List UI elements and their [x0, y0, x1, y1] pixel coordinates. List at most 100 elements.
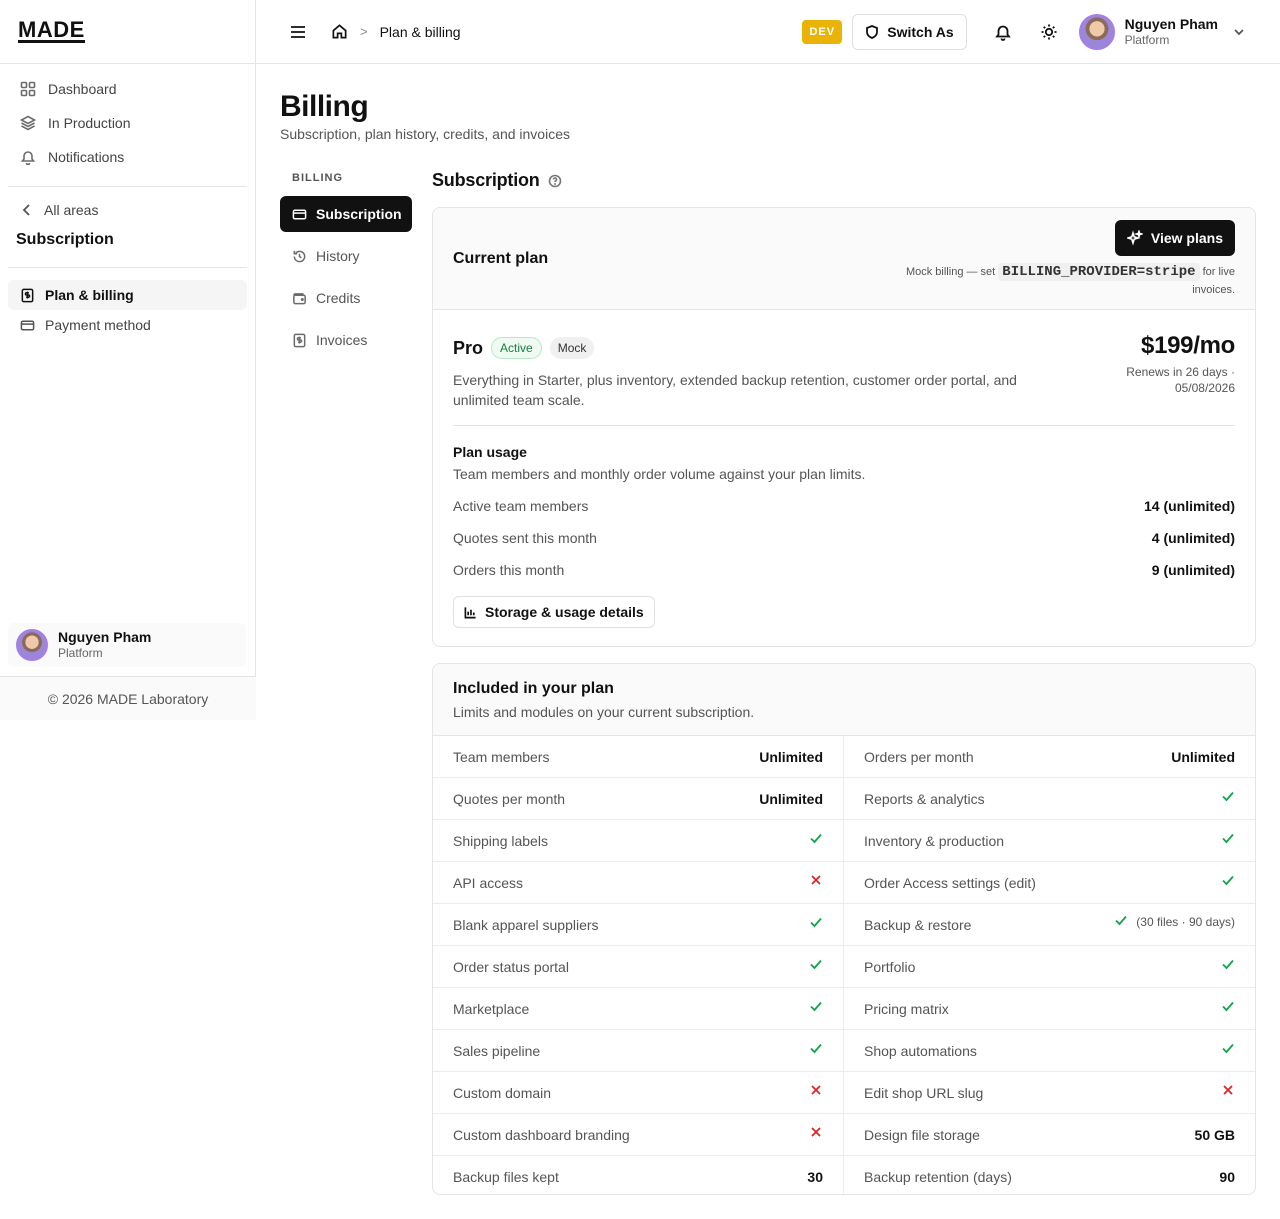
check-icon [1221, 1043, 1235, 1055]
included-header: Included in your plan Limits and modules… [433, 664, 1255, 736]
tab-label: Invoices [316, 332, 368, 348]
tab-credits[interactable]: Credits [280, 280, 412, 316]
plan-usage-subtitle: Team members and monthly order volume ag… [453, 466, 866, 482]
breadcrumb-separator: > [360, 24, 368, 39]
feature-label: Quotes per month [453, 790, 566, 807]
user-name: Nguyen Pham [1124, 16, 1218, 32]
check-icon [809, 959, 823, 971]
feature-row: Order Access settings (edit) [844, 862, 1255, 904]
sidebar-item-plan-billing[interactable]: Plan & billing [8, 280, 247, 310]
user-role: Platform [58, 646, 103, 660]
feature-row: Reports & analytics [844, 778, 1255, 820]
nav-item-label: Dashboard [48, 81, 117, 97]
usage-label: Orders this month [453, 562, 565, 578]
user-text: Nguyen Pham Platform [58, 629, 151, 661]
check-icon [1221, 959, 1235, 971]
current-plan-card: Current plan View plans Mock billing — s… [432, 207, 1256, 647]
included-plan-card: Included in your plan Limits and modules… [432, 663, 1256, 1195]
tab-subscription[interactable]: Subscription [280, 196, 412, 232]
layers-icon [20, 115, 36, 131]
nav-item-dashboard[interactable]: Dashboard [8, 72, 247, 106]
usage-value: 9 (unlimited) [1151, 562, 1235, 578]
included-title: Included in your plan [453, 680, 614, 697]
plan-body: Pro Active Mock $199/mo Renews in 26 day… [433, 310, 1255, 628]
avatar [16, 629, 48, 661]
check-icon [1114, 913, 1136, 930]
wallet-icon [293, 292, 306, 304]
sidebar-item-payment-method[interactable]: Payment method [8, 310, 247, 340]
nav-item-in-production[interactable]: In Production [8, 106, 247, 140]
billing-provider-code: BILLING_PROVIDER=stripe [998, 263, 1200, 281]
nav-item-notifications[interactable]: Notifications [8, 140, 247, 174]
check-icon [809, 1001, 823, 1013]
section-title: Subscription [16, 231, 114, 248]
chevron-left-icon [22, 204, 30, 216]
check-icon [809, 833, 823, 845]
feature-label: Shop automations [864, 1042, 977, 1059]
subscription-heading-text: Subscription [432, 170, 540, 190]
usage-list: Active team members 14 (unlimited) Quote… [453, 490, 1235, 586]
mock-note-prefix: Mock billing — set [905, 266, 996, 278]
feature-row: Shipping labels [433, 820, 844, 862]
made-logo[interactable]: MADE [18, 18, 85, 43]
receipt-icon [21, 288, 34, 302]
sidebar-user-card[interactable]: Nguyen Pham Platform [8, 623, 246, 667]
feature-row: Custom domain [433, 1072, 844, 1114]
feature-row: Order status portal [433, 946, 844, 988]
feature-row: Pricing matrix [844, 988, 1255, 1030]
logo-row: MADE [0, 0, 255, 64]
plan-name-row: Pro Active Mock [453, 334, 1235, 362]
sun-icon [1041, 24, 1057, 40]
feature-value: Unlimited [759, 748, 823, 765]
sidebar: MADE Dashboard In Production Notificatio… [0, 0, 256, 720]
usage-label: Active team members [453, 498, 589, 514]
feature-row: Backup & restore (30 files · 90 days) [844, 904, 1255, 946]
user-menu[interactable]: Nguyen Pham Platform [1078, 14, 1246, 50]
feature-row: Blank apparel suppliers [433, 904, 844, 946]
tab-history[interactable]: History [280, 238, 412, 274]
billing-nav: BILLING Subscription History Credits Inv… [280, 172, 412, 358]
sparkles-icon [1126, 230, 1143, 246]
bell-icon [994, 25, 1011, 41]
feature-row: Backup retention (days) 90 [844, 1156, 1255, 1194]
check-icon [1221, 875, 1235, 887]
switch-as-button[interactable]: Switch As [852, 14, 967, 50]
all-areas-link[interactable]: All areas [0, 195, 255, 225]
storage-usage-details-button[interactable]: Storage & usage details [453, 596, 655, 628]
usage-value: 4 (unlimited) [1151, 530, 1235, 546]
chevron-down-icon [1234, 29, 1244, 36]
credit-card-icon [20, 320, 35, 330]
copyright: © 2026 MADE Laboratory [0, 676, 256, 720]
usage-value: 14 (unlimited) [1143, 498, 1235, 514]
feature-label: Order Access settings (edit) [864, 874, 1036, 891]
breadcrumb[interactable]: Plan & billing [380, 24, 461, 40]
feature-label: Team members [453, 748, 550, 765]
theme-toggle-button[interactable] [1031, 14, 1067, 50]
notifications-button[interactable] [985, 14, 1021, 50]
topbar-actions: DEV Switch As Nguyen Pham Platform [802, 0, 1280, 64]
dashboard-icon [20, 81, 36, 97]
usage-row: Quotes sent this month 4 (unlimited) [453, 522, 1235, 554]
status-badge: Active [491, 337, 542, 359]
divider [453, 425, 1235, 426]
all-areas-label: All areas [44, 202, 99, 218]
feature-label: Edit shop URL slug [864, 1084, 984, 1101]
env-badge: DEV [802, 20, 843, 44]
tab-label: Subscription [316, 206, 402, 222]
feature-row: Backup files kept 30 [433, 1156, 844, 1194]
x-icon [809, 1084, 823, 1097]
user-text: Nguyen Pham Platform [1125, 16, 1218, 48]
feature-label: Inventory & production [864, 832, 1005, 849]
feature-value: 50 GB [1194, 1126, 1235, 1143]
feature-label: Design file storage [864, 1126, 980, 1143]
tab-invoices[interactable]: Invoices [280, 322, 412, 358]
page-subtitle: Subscription, plan history, credits, and… [280, 126, 570, 142]
menu-icon[interactable] [289, 23, 307, 41]
feature-label: API access [453, 874, 524, 891]
help-icon[interactable] [548, 174, 562, 188]
feature-label: Backup retention (days) [864, 1169, 1012, 1185]
included-grid: Team members Unlimited Orders per month Unl… [433, 736, 1255, 1194]
home-icon[interactable] [331, 23, 348, 40]
page-title: Billing [280, 90, 369, 123]
view-plans-button[interactable]: View plans [1114, 220, 1235, 256]
